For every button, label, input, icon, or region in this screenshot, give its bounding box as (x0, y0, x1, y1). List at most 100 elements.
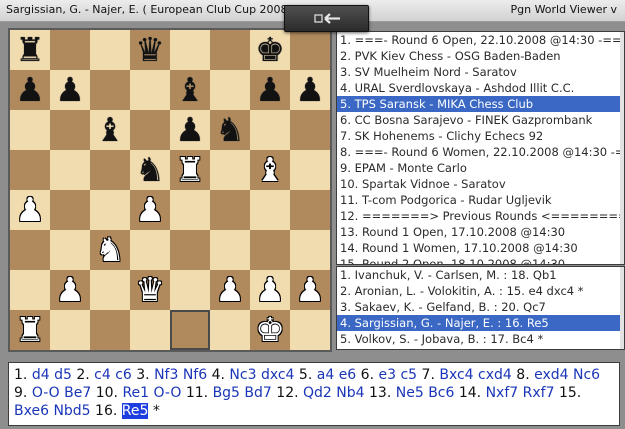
square-b6[interactable] (50, 110, 90, 150)
move-link[interactable]: Be7 (64, 385, 91, 401)
square-g3[interactable] (250, 230, 290, 270)
white-pawn-icon[interactable]: ♟ (130, 190, 170, 230)
square-b8[interactable] (50, 30, 90, 70)
square-e4[interactable] (170, 190, 210, 230)
square-a3[interactable] (10, 230, 50, 270)
move-link[interactable]: e3 (378, 367, 396, 383)
black-king-icon[interactable]: ♚ (250, 30, 290, 70)
game-list-item[interactable]: 5. Volkov, S. - Jobava, B. : 17. Bc4 * (337, 331, 624, 347)
move-link[interactable]: Nc3 (229, 367, 256, 383)
square-e1[interactable] (170, 310, 210, 350)
black-pawn-icon[interactable]: ♟ (250, 70, 290, 110)
square-g4[interactable] (250, 190, 290, 230)
white-bishop-icon[interactable]: ♝ (250, 150, 290, 190)
move-link[interactable]: c6 (115, 367, 132, 383)
square-b5[interactable] (50, 150, 90, 190)
move-link[interactable]: Ne5 (396, 385, 424, 401)
square-c2[interactable] (90, 270, 130, 310)
square-d6[interactable] (130, 110, 170, 150)
move-link[interactable]: Bxe6 (14, 403, 49, 419)
white-king-icon[interactable]: ♚ (250, 310, 290, 350)
move-link[interactable]: exd4 (534, 367, 568, 383)
games-list[interactable]: 1. Ivanchuk, V. - Carlsen, M. : 18. Qb1 2… (336, 266, 625, 350)
black-pawn-icon[interactable]: ♟ (50, 70, 90, 110)
round-list-item[interactable]: 5. TPS Saransk - MIKA Chess Club (337, 96, 624, 112)
square-f4[interactable] (210, 190, 250, 230)
move-link[interactable]: dxc4 (261, 367, 295, 383)
square-e2[interactable] (170, 270, 210, 310)
chessboard[interactable]: ♜ ♛ ♚ ♟ ♟ ♝ ♟ ♟ ♝ ♟ ♞ ♞ ♜ ♝ ♟ ♟ ♞ ♟ ♛ ♟ ♟ ♟ ♜ ♚ (10, 30, 330, 350)
round-list-item[interactable]: 1. ===- Round 6 Open, 22.10.2008 @14:30 … (337, 32, 624, 48)
move-link[interactable]: Bg5 (213, 385, 240, 401)
square-h5[interactable] (290, 150, 330, 190)
move-link[interactable]: Bxc4 (439, 367, 473, 383)
move-link[interactable]: c4 (94, 367, 111, 383)
game-list-item[interactable]: 1. Ivanchuk, V. - Carlsen, M. : 18. Qb1 (337, 267, 624, 283)
round-list-item[interactable]: 9. EPAM - Monte Carlo (337, 160, 624, 176)
move-link[interactable]: Nb4 (336, 385, 364, 401)
game-list-item[interactable]: 3. Sakaev, K. - Gelfand, B. : 20. Qc7 (337, 299, 624, 315)
square-a2[interactable] (10, 270, 50, 310)
black-bishop-icon[interactable]: ♝ (170, 70, 210, 110)
square-h6[interactable] (290, 110, 330, 150)
move-link[interactable]: d4 (32, 367, 50, 383)
black-bishop-icon[interactable]: ♝ (90, 110, 130, 150)
square-b3[interactable] (50, 230, 90, 270)
square-d3[interactable] (130, 230, 170, 270)
white-pawn-icon[interactable]: ♟ (210, 270, 250, 310)
square-a5[interactable] (10, 150, 50, 190)
square-e3[interactable] (170, 230, 210, 270)
black-pawn-icon[interactable]: ♟ (10, 70, 50, 110)
move-link[interactable]: Qd2 (303, 385, 332, 401)
black-pawn-icon[interactable]: ♟ (170, 110, 210, 150)
black-knight-icon[interactable]: ♞ (210, 110, 250, 150)
round-list-item[interactable]: 14. Round 1 Women, 17.10.2008 @14:30 (337, 240, 624, 256)
square-c1[interactable] (90, 310, 130, 350)
round-list-item[interactable]: 15. Round 2 Open, 18.10.2008 @14:30 (337, 256, 624, 264)
white-pawn-icon[interactable]: ♟ (250, 270, 290, 310)
square-h4[interactable] (290, 190, 330, 230)
round-list-item[interactable]: 7. SK Hohenems - Clichy Echecs 92 (337, 128, 624, 144)
white-knight-icon[interactable]: ♞ (90, 230, 130, 270)
square-d1[interactable] (130, 310, 170, 350)
square-h8[interactable] (290, 30, 330, 70)
square-f7[interactable] (210, 70, 250, 110)
rounds-list[interactable]: 1. ===- Round 6 Open, 22.10.2008 @14:30 … (336, 31, 625, 265)
round-list-item[interactable]: 13. Round 1 Open, 17.10.2008 @14:30 (337, 224, 624, 240)
move-link[interactable]: Rxf7 (523, 385, 555, 401)
white-pawn-icon[interactable]: ♟ (50, 270, 90, 310)
round-list-item[interactable]: 2. PVK Kiev Chess - OSG Baden-Baden (337, 48, 624, 64)
square-e8[interactable] (170, 30, 210, 70)
move-link[interactable]: O-O (32, 385, 60, 401)
move-link[interactable]: a4 (317, 367, 335, 383)
black-pawn-icon[interactable]: ♟ (290, 70, 330, 110)
move-link[interactable]: Re1 (122, 385, 149, 401)
game-list-item[interactable]: 2. Aronian, L. - Volokitin, A. : 15. e4 … (337, 283, 624, 299)
round-list-item[interactable]: 12. =======> Previous Rounds <======== (337, 208, 624, 224)
square-a6[interactable] (10, 110, 50, 150)
square-h1[interactable] (290, 310, 330, 350)
square-c4[interactable] (90, 190, 130, 230)
square-h3[interactable] (290, 230, 330, 270)
black-rook-icon[interactable]: ♜ (10, 30, 50, 70)
move-link[interactable]: O-O (154, 385, 182, 401)
square-d7[interactable] (130, 70, 170, 110)
square-c8[interactable] (90, 30, 130, 70)
square-c5[interactable] (90, 150, 130, 190)
black-queen-icon[interactable]: ♛ (130, 30, 170, 70)
white-rook-icon[interactable]: ♜ (10, 310, 50, 350)
square-f3[interactable] (210, 230, 250, 270)
round-list-item[interactable]: 4. URAL Sverdlovskaya - Ashdod Illit C.C… (337, 80, 624, 96)
move-link[interactable]: Bc6 (428, 385, 454, 401)
move-link[interactable]: Bd7 (244, 385, 271, 401)
square-g6[interactable] (250, 110, 290, 150)
games-scrollbar[interactable] (620, 267, 624, 349)
move-link[interactable]: c5 (400, 367, 417, 383)
black-knight-icon[interactable]: ♞ (130, 150, 170, 190)
white-pawn-icon[interactable]: ♟ (290, 270, 330, 310)
move-link[interactable]: Nc6 (573, 367, 600, 383)
move-link[interactable]: d5 (54, 367, 72, 383)
rounds-scrollbar[interactable] (620, 32, 624, 264)
move-link[interactable]: Nf3 (154, 367, 178, 383)
square-f1[interactable] (210, 310, 250, 350)
